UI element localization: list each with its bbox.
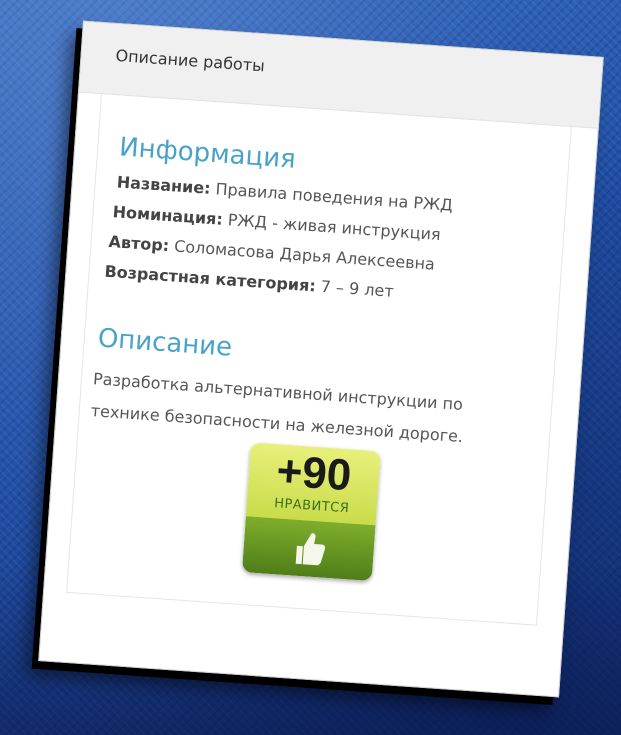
work-description-card: Описание работы Информация Название: Пра… [38, 20, 604, 698]
like-button[interactable]: +90 НРАВИТСЯ [241, 442, 381, 582]
like-count-area: +90 НРАВИТСЯ [245, 442, 381, 526]
header-title: Описание работы [115, 45, 266, 76]
thumbs-up-icon [295, 533, 326, 566]
like-thumb-area [241, 516, 376, 582]
like-count: +90 [275, 446, 353, 501]
